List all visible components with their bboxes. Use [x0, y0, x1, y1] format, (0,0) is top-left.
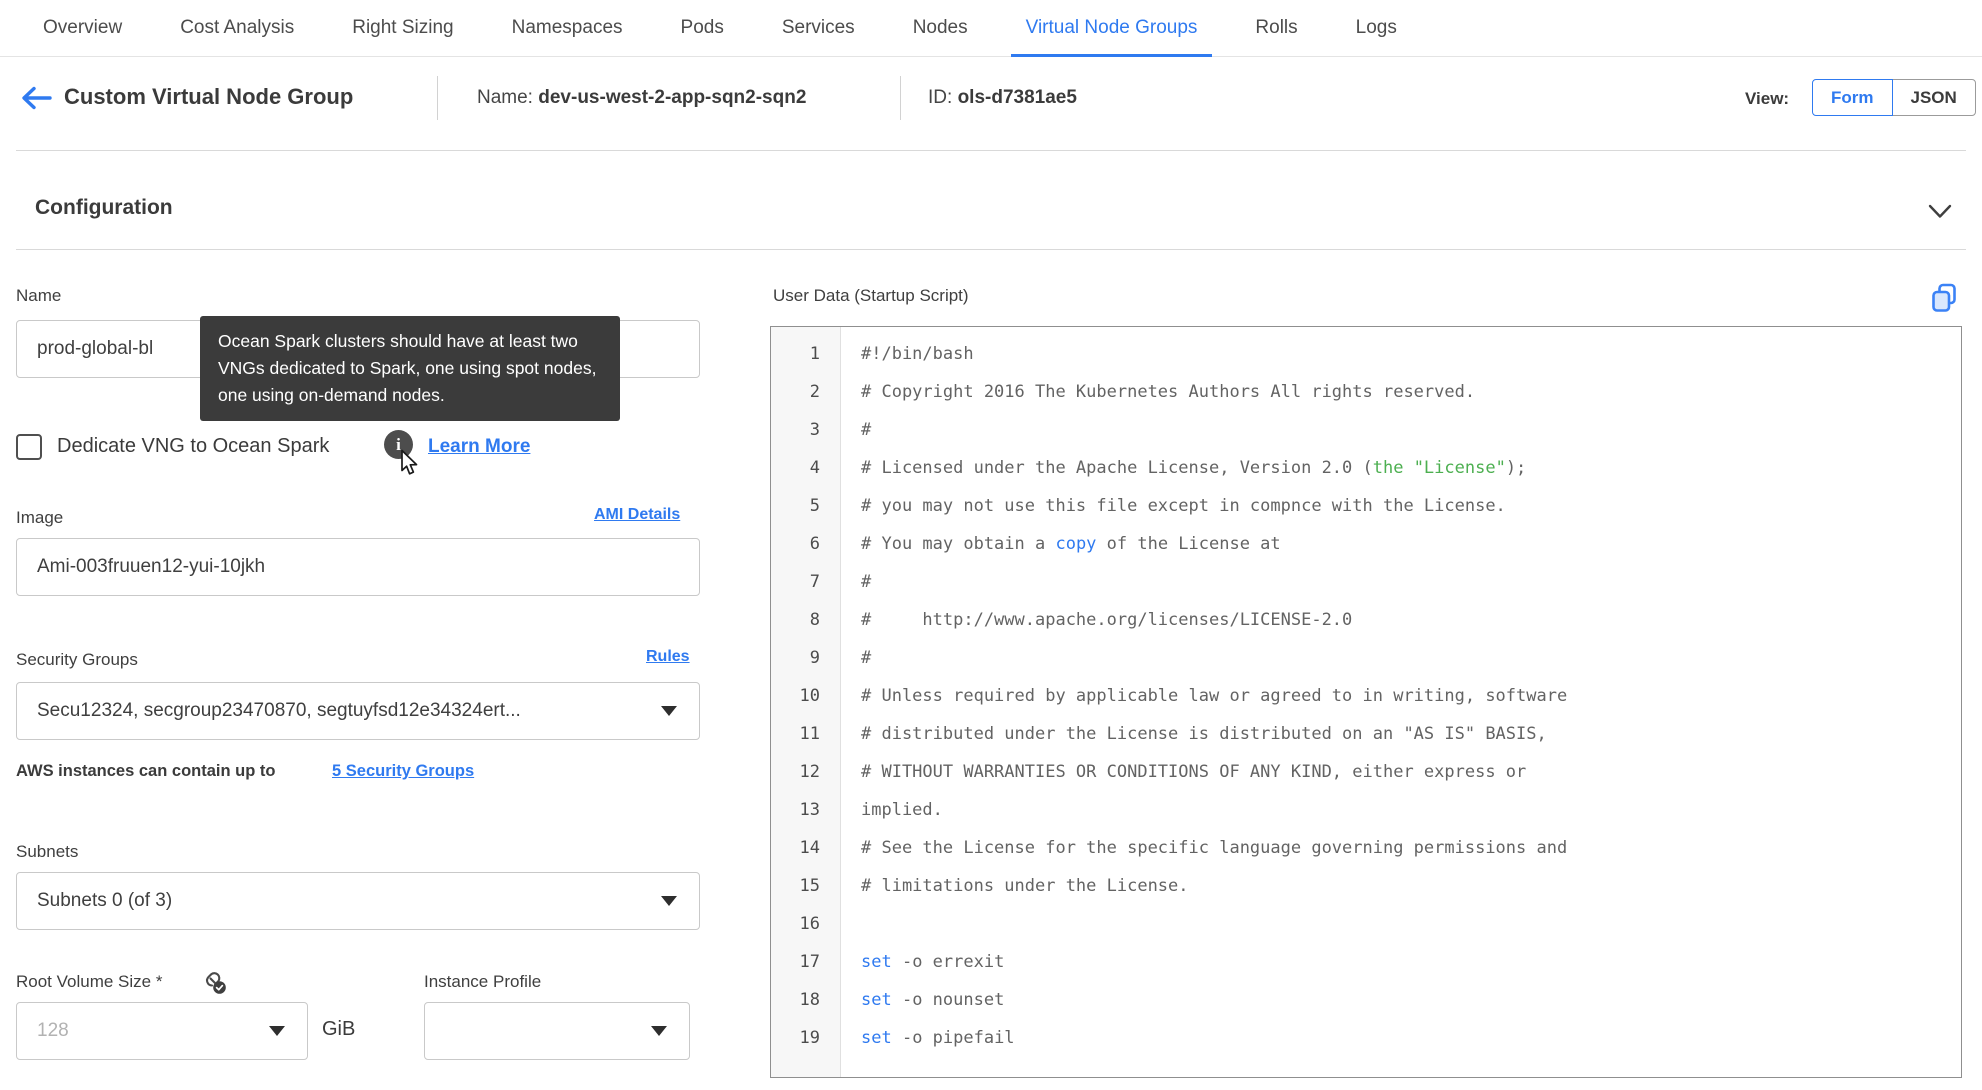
line-number: 13: [799, 800, 820, 820]
code-line[interactable]: # Copyright 2016 The Kubernetes Authors …: [861, 373, 1961, 411]
tab-cost-analysis[interactable]: Cost Analysis: [165, 0, 309, 56]
link-check-icon[interactable]: [200, 968, 228, 996]
root-volume-size-dropdown[interactable]: 128: [16, 1002, 308, 1060]
code-line[interactable]: # limitations under the License.: [861, 867, 1961, 905]
code-line[interactable]: set -o errexit: [861, 943, 1961, 981]
view-form-button[interactable]: Form: [1812, 79, 1893, 116]
subnets-dropdown[interactable]: Subnets 0 (of 3): [16, 872, 700, 930]
name-label: Name: [16, 286, 62, 305]
line-number: 3: [809, 420, 820, 440]
code-line[interactable]: set -o nounset: [861, 981, 1961, 1019]
user-data-code-editor[interactable]: 1 2 3 4 5 6 7 8 9 10 11 12 13 14 15 16 17 18 19 #!/bin/bas…: [770, 326, 1962, 1078]
tab-logs[interactable]: Logs: [1341, 0, 1412, 56]
tab-namespaces[interactable]: Namespaces: [497, 0, 638, 56]
gib-unit-label: GiB: [322, 1018, 356, 1040]
code-line[interactable]: # distributed under the License is distr…: [861, 715, 1961, 753]
code-line[interactable]: # Unless required by applicable law or a…: [861, 677, 1961, 715]
rules-link[interactable]: Rules: [646, 648, 690, 666]
instance-profile-label: Instance Profile: [424, 972, 542, 991]
subnets-label: Subnets: [16, 842, 79, 861]
divider: [16, 249, 1966, 250]
line-number: 7: [809, 572, 820, 592]
code-line[interactable]: # You may obtain a copy of the License a…: [861, 525, 1961, 563]
line-number: 12: [799, 762, 820, 782]
header-divider: [900, 76, 901, 120]
code-line[interactable]: # http://www.apache.org/licenses/LICENSE…: [861, 601, 1961, 639]
line-number: 14: [799, 838, 820, 858]
vng-name: Name: dev-us-west-2-app-sqn2-sqn2: [477, 87, 807, 108]
header-divider: [437, 76, 438, 120]
ocean-spark-tooltip: Ocean Spark clusters should have at leas…: [200, 316, 620, 422]
section-title-configuration: Configuration: [35, 196, 173, 219]
image-input[interactable]: Ami-003fruuen12-yui-10jkh: [16, 538, 700, 596]
security-groups-helper-text: AWS instances can contain up to: [16, 762, 276, 780]
line-number: 4: [809, 458, 820, 478]
vng-id: ID: ols-d7381ae5: [928, 87, 1077, 108]
caret-down-icon: [661, 896, 677, 906]
caret-down-icon: [269, 1026, 285, 1036]
line-number: 5: [809, 496, 820, 516]
dedicate-vng-checkbox[interactable]: [16, 434, 42, 460]
code-line[interactable]: # you may not use this file except in co…: [861, 487, 1961, 525]
code-line[interactable]: # WITHOUT WARRANTIES OR CONDITIONS OF AN…: [861, 753, 1961, 791]
line-number: 11: [799, 724, 820, 744]
user-data-label: User Data (Startup Script): [773, 286, 969, 305]
caret-down-icon: [661, 706, 677, 716]
line-number: 19: [799, 1028, 820, 1048]
code-line[interactable]: # See the License for the specific langu…: [861, 829, 1961, 867]
code-line[interactable]: [861, 905, 1961, 943]
image-label: Image: [16, 508, 64, 527]
code-line[interactable]: #: [861, 563, 1961, 601]
line-number: 18: [799, 990, 820, 1010]
line-number: 15: [799, 876, 820, 896]
caret-down-icon: [651, 1026, 667, 1036]
line-number-gutter: 1 2 3 4 5 6 7 8 9 10 11 12 13 14 15 16 17 18 19: [771, 327, 841, 1077]
line-number: 9: [809, 648, 820, 668]
tab-right-sizing[interactable]: Right Sizing: [337, 0, 468, 56]
line-number: 2: [809, 382, 820, 402]
back-arrow-icon[interactable]: [20, 85, 52, 111]
tab-nodes[interactable]: Nodes: [898, 0, 983, 56]
ami-details-link[interactable]: AMI Details: [594, 506, 680, 524]
view-json-button[interactable]: JSON: [1891, 79, 1976, 116]
mouse-cursor-icon: [401, 449, 418, 475]
five-security-groups-link[interactable]: 5 Security Groups: [332, 762, 474, 781]
line-number: 6: [809, 534, 820, 554]
code-line[interactable]: #: [861, 639, 1961, 677]
code-area[interactable]: #!/bin/bash # Copyright 2016 The Kubernet…: [841, 327, 1961, 1077]
code-line[interactable]: #!/bin/bash: [861, 335, 1961, 373]
dedicate-vng-label: Dedicate VNG to Ocean Spark: [57, 435, 330, 457]
page-title: Custom Virtual Node Group: [64, 84, 354, 109]
security-groups-dropdown[interactable]: Secu12324, secgroup23470870, segtuyfsd12…: [16, 682, 700, 740]
security-groups-label: Security Groups: [16, 650, 138, 669]
tab-virtual-node-groups[interactable]: Virtual Node Groups: [1010, 0, 1213, 57]
tab-pods[interactable]: Pods: [666, 0, 739, 56]
code-line[interactable]: #: [861, 411, 1961, 449]
virtual-node-group-page: Overview Cost Analysis Right Sizing Namespa…: [0, 0, 1982, 1090]
view-label: View:: [1745, 89, 1790, 108]
code-line[interactable]: # Licensed under the Apache License, Ver…: [861, 449, 1961, 487]
tab-services[interactable]: Services: [767, 0, 870, 56]
code-line[interactable]: implied.: [861, 791, 1961, 829]
tab-overview[interactable]: Overview: [28, 0, 137, 56]
line-number: 1: [809, 344, 820, 364]
instance-profile-dropdown[interactable]: [424, 1002, 690, 1060]
chevron-down-icon[interactable]: [1928, 204, 1952, 220]
view-toggle: Form JSON: [1812, 79, 1976, 116]
line-number: 10: [799, 686, 820, 706]
divider: [16, 150, 1966, 151]
line-number: 17: [799, 952, 820, 972]
line-number: 8: [809, 610, 820, 630]
line-number: 16: [799, 914, 820, 934]
tab-rolls[interactable]: Rolls: [1240, 0, 1312, 56]
top-nav: Overview Cost Analysis Right Sizing Namespa…: [0, 0, 1982, 57]
root-volume-size-label: Root Volume Size *: [16, 972, 163, 991]
code-line[interactable]: set -o pipefail: [861, 1019, 1961, 1057]
learn-more-link[interactable]: Learn More: [428, 436, 530, 458]
copy-icon[interactable]: [1930, 282, 1958, 314]
